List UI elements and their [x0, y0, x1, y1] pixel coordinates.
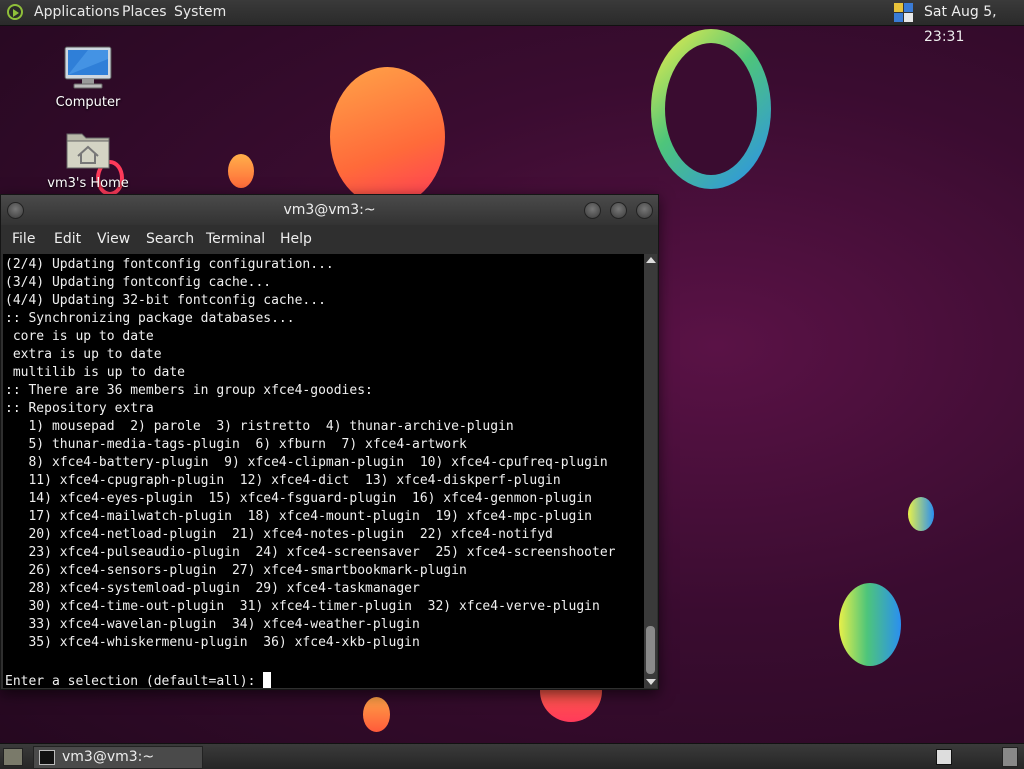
terminal-lines: (2/4) Updating fontconfig configuration.… [3, 254, 644, 670]
terminal-prompt-line[interactable]: Enter a selection (default=all): [3, 670, 644, 688]
menu-help[interactable]: Help [280, 225, 312, 253]
terminal-line: (4/4) Updating 32-bit fontconfig cache..… [5, 293, 326, 308]
taskbar-window-button[interactable]: vm3@vm3:~ [33, 746, 203, 769]
terminal-line: core is up to date [5, 329, 154, 344]
terminal-line: 35) xfce4-whiskermenu-plugin 36) xfce4-x… [5, 635, 420, 650]
terminal-window: vm3@vm3:~ File Edit View Search Terminal… [0, 194, 659, 690]
wallpaper-bubble [363, 697, 390, 732]
terminal-line: extra is up to date [5, 347, 162, 362]
terminal-menubar: File Edit View Search Terminal Help [1, 225, 658, 253]
places-menu[interactable]: Places [122, 0, 167, 25]
terminal-line: 1) mousepad 2) parole 3) ristretto 4) th… [5, 419, 514, 434]
desktop-icon-label: vm3's Home [47, 176, 129, 191]
menu-edit[interactable]: Edit [54, 225, 81, 253]
trash-icon[interactable] [1002, 747, 1018, 767]
menu-terminal[interactable]: Terminal [206, 225, 265, 253]
terminal-line: :: Synchronizing package databases... [5, 311, 295, 326]
menu-search[interactable]: Search [146, 225, 194, 253]
wallpaper-bubble [330, 67, 445, 207]
taskbar-window-label: vm3@vm3:~ [62, 749, 155, 765]
scrollbar-thumb[interactable] [646, 626, 655, 674]
terminal-line: (3/4) Updating fontconfig cache... [5, 275, 272, 290]
terminal-line: :: There are 36 members in group xfce4-g… [5, 383, 373, 398]
terminal-line: 26) xfce4-sensors-plugin 27) xfce4-smart… [5, 563, 467, 578]
desktop-icon-label: Computer [55, 95, 121, 110]
terminal-line: 14) xfce4-eyes-plugin 15) xfce4-fsguard-… [5, 491, 592, 506]
computer-icon [64, 46, 112, 89]
terminal-line: 11) xfce4-cpugraph-plugin 12) xfce4-dict… [5, 473, 561, 488]
minimize-button[interactable] [584, 202, 601, 219]
terminal-line: multilib is up to date [5, 365, 186, 380]
terminal-line: (2/4) Updating fontconfig configuration.… [5, 257, 334, 272]
workspace-switcher[interactable] [936, 749, 952, 765]
clock[interactable]: Sat Aug 5, 23:31 [924, 0, 1024, 50]
desktop-icon-computer[interactable]: Computer [43, 45, 133, 110]
scroll-up-arrow-icon[interactable] [646, 257, 656, 263]
top-panel: Applications Places System Sat Aug 5, 23… [0, 0, 1024, 45]
window-title: vm3@vm3:~ [283, 202, 376, 218]
terminal-line: 5) thunar-media-tags-plugin 6) xfburn 7)… [5, 437, 467, 452]
scroll-down-arrow-icon[interactable] [646, 679, 656, 685]
terminal-line: 30) xfce4-time-out-plugin 31) xfce4-time… [5, 599, 600, 614]
terminal-line: 28) xfce4-systemload-plugin 29) xfce4-ta… [5, 581, 420, 596]
terminal-line: 8) xfce4-battery-plugin 9) xfce4-clipman… [5, 455, 608, 470]
applications-logo-icon[interactable] [7, 4, 23, 20]
bottom-panel: vm3@vm3:~ [0, 743, 1024, 769]
terminal-line: 23) xfce4-pulseaudio-plugin 24) xfce4-sc… [5, 545, 616, 560]
applications-menu[interactable]: Applications [34, 0, 120, 25]
terminal-line: 20) xfce4-netload-plugin 21) xfce4-notes… [5, 527, 553, 542]
home-folder-icon [66, 133, 110, 169]
desktop-icon-home[interactable]: vm3's Home [43, 128, 133, 191]
network-tray-icon[interactable] [894, 2, 914, 23]
window-titlebar[interactable]: vm3@vm3:~ [1, 195, 658, 225]
menu-file[interactable]: File [12, 225, 35, 253]
terminal-icon [39, 750, 55, 765]
terminal-prompt: Enter a selection (default=all): [5, 674, 264, 688]
wallpaper-ring [651, 29, 771, 189]
wallpaper-bubble [839, 583, 901, 666]
terminal-output[interactable]: (2/4) Updating fontconfig configuration.… [3, 254, 644, 688]
text-cursor [263, 672, 272, 688]
menu-view[interactable]: View [97, 225, 130, 253]
wallpaper-bubble [908, 497, 934, 531]
wallpaper-bubble [228, 154, 254, 188]
window-menu-button[interactable] [7, 202, 24, 219]
terminal-scrollbar[interactable] [644, 254, 657, 688]
show-desktop-icon[interactable] [3, 748, 23, 766]
maximize-button[interactable] [610, 202, 627, 219]
close-button[interactable] [636, 202, 653, 219]
terminal-line: :: Repository extra [5, 401, 154, 416]
system-menu[interactable]: System [174, 0, 226, 25]
terminal-line: 33) xfce4-wavelan-plugin 34) xfce4-weath… [5, 617, 420, 632]
terminal-line: 17) xfce4-mailwatch-plugin 18) xfce4-mou… [5, 509, 592, 524]
